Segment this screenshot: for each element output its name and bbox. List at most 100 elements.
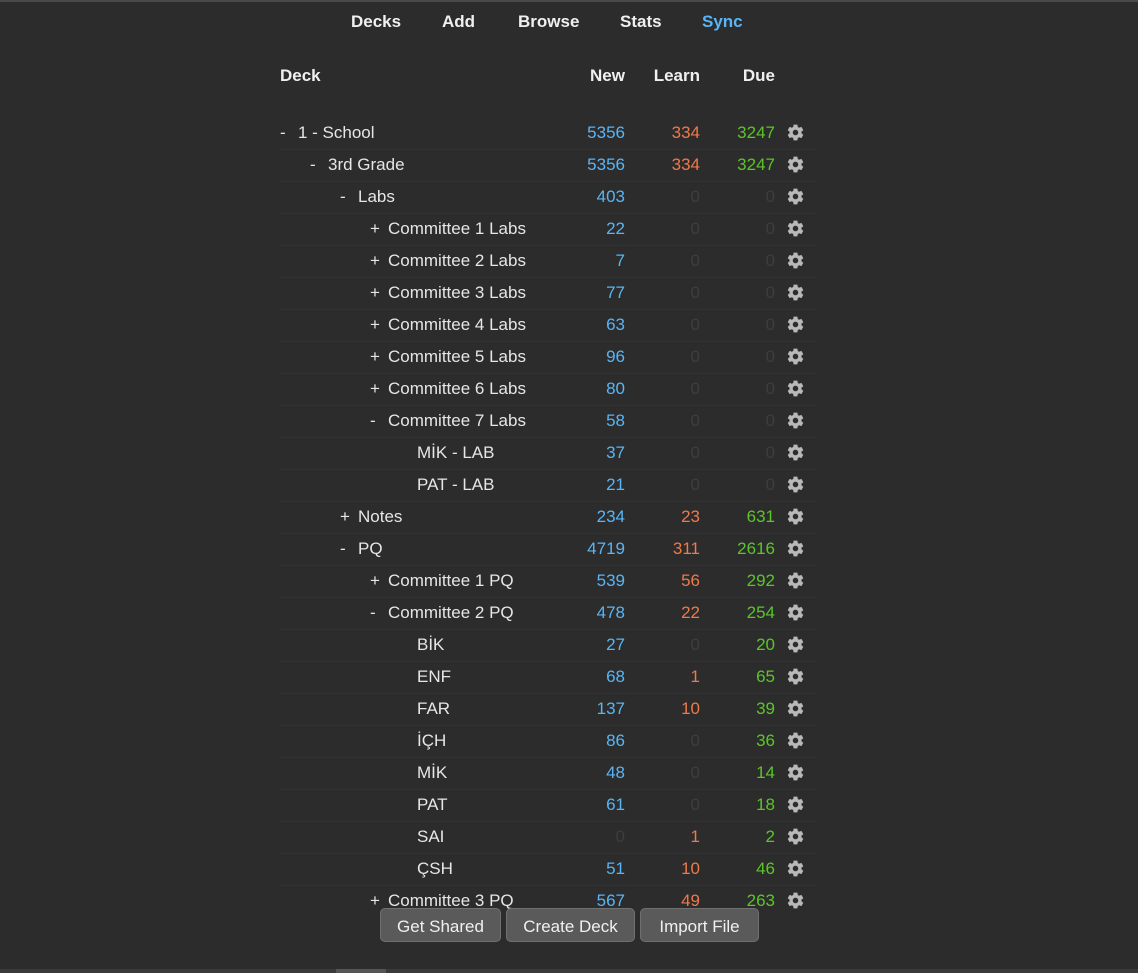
gear-icon[interactable] bbox=[786, 571, 805, 590]
new-count: 22 bbox=[606, 219, 625, 238]
deck-link[interactable]: Committee 4 Labs bbox=[388, 315, 526, 334]
deck-link[interactable]: Committee 6 Labs bbox=[388, 379, 526, 398]
deck-link[interactable]: SAI bbox=[417, 827, 444, 846]
deck-link[interactable]: MİK - LAB bbox=[417, 443, 494, 462]
new-count: 68 bbox=[606, 667, 625, 686]
gear-icon[interactable] bbox=[786, 155, 805, 174]
deck-link[interactable]: Committee 3 Labs bbox=[388, 283, 526, 302]
deck-link[interactable]: 3rd Grade bbox=[328, 155, 405, 174]
deck-name-cell: MİK bbox=[417, 763, 447, 783]
gear-icon[interactable] bbox=[786, 379, 805, 398]
expand-toggle[interactable]: + bbox=[370, 251, 386, 271]
gear-icon[interactable] bbox=[786, 475, 805, 494]
decks-link[interactable]: Decks bbox=[351, 12, 401, 32]
deck-link[interactable]: İÇH bbox=[417, 731, 446, 750]
sync-link[interactable]: Sync bbox=[702, 12, 743, 32]
gear-icon[interactable] bbox=[786, 731, 805, 750]
deck-link[interactable]: ÇSH bbox=[417, 859, 453, 878]
gear-icon[interactable] bbox=[786, 123, 805, 142]
deck-row: + Notes 234 23 631 bbox=[280, 502, 816, 534]
deck-link[interactable]: Committee 1 Labs bbox=[388, 219, 526, 238]
gear-icon[interactable] bbox=[786, 187, 805, 206]
learn-count: 0 bbox=[690, 347, 700, 366]
learn-count: 0 bbox=[690, 187, 700, 206]
collapse-toggle[interactable]: - bbox=[370, 411, 386, 431]
collapse-toggle[interactable]: - bbox=[310, 155, 326, 175]
deck-link[interactable]: Labs bbox=[358, 187, 395, 206]
deck-link[interactable]: PAT bbox=[417, 795, 448, 814]
due-count: 20 bbox=[756, 635, 775, 654]
expand-toggle[interactable]: + bbox=[370, 379, 386, 399]
stats-link[interactable]: Stats bbox=[620, 12, 662, 32]
collapse-toggle[interactable]: - bbox=[340, 187, 356, 207]
get-shared-button[interactable]: Get Shared bbox=[380, 908, 501, 942]
gear-icon[interactable] bbox=[786, 443, 805, 462]
deck-link[interactable]: Committee 1 PQ bbox=[388, 571, 514, 590]
due-count: 36 bbox=[756, 731, 775, 750]
gear-icon[interactable] bbox=[786, 859, 805, 878]
due-count: 3247 bbox=[737, 123, 775, 142]
gear-icon[interactable] bbox=[786, 763, 805, 782]
learn-count: 10 bbox=[681, 859, 700, 878]
due-count: 18 bbox=[756, 795, 775, 814]
deck-link[interactable]: MİK bbox=[417, 763, 447, 782]
gear-icon[interactable] bbox=[786, 251, 805, 270]
due-count: 0 bbox=[765, 443, 775, 462]
expand-toggle[interactable]: + bbox=[370, 315, 386, 335]
deck-link[interactable]: ENF bbox=[417, 667, 451, 686]
deck-name-cell: + Committee 3 Labs bbox=[370, 283, 526, 303]
gear-icon[interactable] bbox=[786, 635, 805, 654]
deck-link[interactable]: Notes bbox=[358, 507, 402, 526]
create-deck-button[interactable]: Create Deck bbox=[506, 908, 635, 942]
gear-icon[interactable] bbox=[786, 539, 805, 558]
deck-link[interactable]: PQ bbox=[358, 539, 383, 558]
new-count: 5356 bbox=[587, 155, 625, 174]
gear-icon[interactable] bbox=[786, 507, 805, 526]
new-count: 5356 bbox=[587, 123, 625, 142]
new-count: 63 bbox=[606, 315, 625, 334]
deck-link[interactable]: Committee 7 Labs bbox=[388, 411, 526, 430]
deck-name-cell: + Committee 4 Labs bbox=[370, 315, 526, 335]
deck-name-cell: + Committee 1 Labs bbox=[370, 219, 526, 239]
header-new: New bbox=[590, 66, 625, 85]
gear-icon[interactable] bbox=[786, 315, 805, 334]
gear-icon[interactable] bbox=[786, 283, 805, 302]
deck-link[interactable]: PAT - LAB bbox=[417, 475, 494, 494]
deck-link[interactable]: 1 - School bbox=[298, 123, 375, 142]
gear-icon[interactable] bbox=[786, 827, 805, 846]
deck-link[interactable]: Committee 2 PQ bbox=[388, 603, 514, 622]
deck-link[interactable]: BİK bbox=[417, 635, 444, 654]
gear-icon[interactable] bbox=[786, 219, 805, 238]
due-count: 2616 bbox=[737, 539, 775, 558]
header-due: Due bbox=[742, 66, 775, 85]
import-file-button[interactable]: Import File bbox=[640, 908, 759, 942]
gear-icon[interactable] bbox=[786, 667, 805, 686]
expand-toggle[interactable]: + bbox=[340, 507, 356, 527]
due-count: 14 bbox=[756, 763, 775, 782]
gear-icon[interactable] bbox=[786, 603, 805, 622]
expand-toggle[interactable]: + bbox=[370, 283, 386, 303]
gear-icon[interactable] bbox=[786, 699, 805, 718]
due-count: 0 bbox=[765, 219, 775, 238]
collapse-toggle[interactable]: - bbox=[340, 539, 356, 559]
deck-link[interactable]: Committee 2 Labs bbox=[388, 251, 526, 270]
collapse-toggle[interactable]: - bbox=[370, 603, 386, 623]
deck-name-cell: - PQ bbox=[340, 539, 383, 559]
browse-link[interactable]: Browse bbox=[518, 12, 579, 32]
expand-toggle[interactable]: + bbox=[370, 347, 386, 367]
add-link[interactable]: Add bbox=[442, 12, 475, 32]
expand-toggle[interactable]: + bbox=[370, 571, 386, 591]
gear-icon[interactable] bbox=[786, 411, 805, 430]
deck-name-cell: - Committee 2 PQ bbox=[370, 603, 514, 623]
learn-count: 311 bbox=[672, 539, 700, 558]
collapse-toggle[interactable]: - bbox=[280, 123, 296, 143]
new-count: 478 bbox=[596, 603, 625, 622]
learn-count: 56 bbox=[681, 571, 700, 590]
expand-toggle[interactable]: + bbox=[370, 219, 386, 239]
new-count: 48 bbox=[606, 763, 625, 782]
deck-name-cell: - Labs bbox=[340, 187, 395, 207]
gear-icon[interactable] bbox=[786, 347, 805, 366]
deck-link[interactable]: FAR bbox=[417, 699, 450, 718]
gear-icon[interactable] bbox=[786, 795, 805, 814]
deck-link[interactable]: Committee 5 Labs bbox=[388, 347, 526, 366]
